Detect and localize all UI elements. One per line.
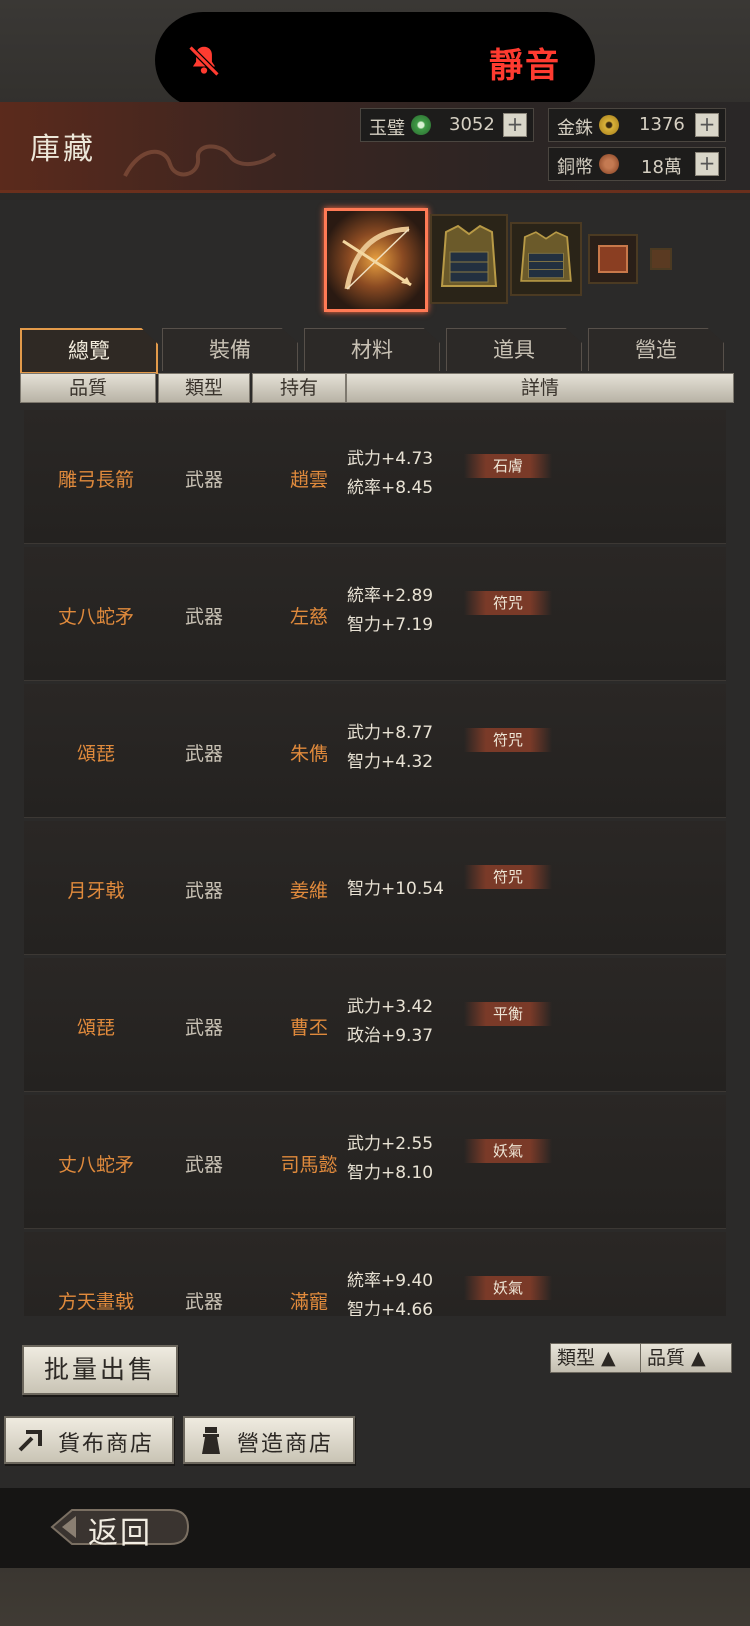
item-holder: 曹丕: [289, 1017, 328, 1039]
item-type: 武器: [184, 743, 223, 765]
add-gold-button[interactable]: +: [695, 113, 719, 137]
item-stat: 智力+4.32: [347, 752, 434, 772]
item-stat: 智力+10.54: [347, 879, 444, 899]
back-button[interactable]: 返回: [50, 1504, 190, 1551]
jade-coin-icon: [411, 115, 431, 135]
item-stat: 武力+3.42: [347, 997, 434, 1017]
table-row[interactable]: 方天畫戟 武器 滿寵 統率+9.40 智力+4.66 妖氣: [24, 1232, 726, 1316]
small-item[interactable]: [650, 248, 672, 270]
table-row[interactable]: 月牙戟 武器 姜維 智力+10.54 符咒: [24, 821, 726, 955]
item-holder: 滿寵: [289, 1291, 328, 1313]
item-type: 武器: [184, 1017, 223, 1039]
column-quality[interactable]: 品質: [20, 373, 156, 403]
copper-currency: 銅幣 18萬 +: [548, 147, 726, 181]
bell-slash-icon: [187, 44, 221, 78]
item-tag: 石膚: [464, 454, 552, 478]
batch-sell-button[interactable]: 批量出售: [22, 1345, 178, 1395]
table-row[interactable]: 頌琵 武器 曹丕 武力+3.42 政治+9.37 平衡: [24, 958, 726, 1092]
page-title: 庫藏: [30, 132, 96, 167]
armor-item[interactable]: [510, 222, 582, 296]
item-type: 武器: [184, 1154, 223, 1176]
build-shop-label: 營造商店: [237, 1432, 334, 1457]
currency-name: 金銖: [557, 118, 593, 139]
item-holder: 趙雲: [289, 469, 328, 491]
item-tag: 符咒: [464, 728, 552, 752]
item-stat: 智力+8.10: [347, 1163, 434, 1183]
item-stat: 武力+4.73: [347, 449, 434, 469]
item-name: 丈八蛇矛: [57, 606, 134, 628]
column-type[interactable]: 類型: [158, 373, 250, 403]
table-row[interactable]: 頌琵 武器 朱儁 武力+8.77 智力+4.32 符咒: [24, 684, 726, 818]
item-tag: 妖氣: [464, 1139, 552, 1163]
table-row[interactable]: 雕弓長箭 武器 趙雲 武力+4.73 統率+8.45 石膚: [24, 410, 726, 544]
item-name: 雕弓長箭: [57, 469, 134, 491]
add-copper-button[interactable]: +: [695, 152, 719, 176]
silent-mode-notification: 靜音: [155, 12, 595, 108]
column-details[interactable]: 詳情: [346, 373, 734, 403]
currency-value: 1376: [639, 114, 685, 135]
item-stat: 統率+2.89: [347, 586, 434, 606]
item-stat: 統率+8.45: [347, 478, 434, 498]
item-name: 月牙戟: [67, 880, 125, 902]
cloud-ornament-icon: [123, 144, 277, 177]
item-tag: 符咒: [464, 591, 552, 615]
currency-shop-button[interactable]: 貨布商店: [4, 1416, 174, 1464]
currency-name: 銅幣: [557, 157, 593, 178]
item-tag: 平衡: [464, 1002, 552, 1026]
copper-coin-icon: [599, 154, 619, 174]
item-type: 武器: [184, 1291, 223, 1313]
item-stat: 智力+7.19: [347, 615, 434, 635]
tab-overview[interactable]: 總覽: [20, 328, 158, 374]
book-item[interactable]: [588, 234, 638, 284]
item-holder: 左慈: [289, 606, 328, 628]
tab-materials[interactable]: 材料: [304, 328, 440, 371]
item-holder: 司馬懿: [280, 1154, 338, 1176]
tab-equipment[interactable]: 裝備: [162, 328, 298, 371]
item-stat: 武力+2.55: [347, 1134, 434, 1154]
armor-icon: [432, 216, 506, 302]
currency-shop-label: 貨布商店: [58, 1432, 155, 1457]
item-stat: 統率+9.40: [347, 1271, 434, 1291]
tab-items[interactable]: 道具: [446, 328, 582, 371]
jade-currency: 玉璧 3052 +: [360, 108, 534, 142]
bow-arrow-icon: [327, 211, 425, 309]
item-tag: 妖氣: [464, 1276, 552, 1300]
item-stat: 武力+8.77: [347, 723, 434, 743]
sort-by-quality-button[interactable]: 品質 ▲: [640, 1343, 732, 1373]
currency-value: 18萬: [641, 157, 682, 178]
item-type: 武器: [184, 880, 223, 902]
tab-construction[interactable]: 營造: [588, 328, 724, 371]
build-shop-button[interactable]: 營造商店: [183, 1416, 355, 1464]
item-holder: 姜維: [289, 880, 328, 902]
column-holder[interactable]: 持有: [252, 373, 346, 403]
armor-item[interactable]: [430, 214, 508, 304]
bow-arrow-item[interactable]: [324, 208, 428, 312]
item-stat: 智力+4.66: [347, 1300, 434, 1316]
currency-value: 3052: [449, 114, 495, 135]
gold-coin-icon: [599, 115, 619, 135]
back-label: 返回: [88, 1516, 152, 1551]
silent-label: 靜音: [489, 46, 561, 86]
item-name: 頌琵: [76, 743, 115, 765]
item-name: 頌琵: [76, 1017, 115, 1039]
item-list[interactable]: 雕弓長箭 武器 趙雲 武力+4.73 統率+8.45 石膚 丈八蛇矛 武器 左慈…: [24, 410, 726, 1316]
item-name: 方天畫戟: [57, 1291, 134, 1313]
gold-currency: 金銖 1376 +: [548, 108, 726, 142]
item-name: 丈八蛇矛: [57, 1154, 134, 1176]
item-holder: 朱儁: [289, 743, 328, 765]
table-row[interactable]: 丈八蛇矛 武器 司馬懿 武力+2.55 智力+8.10 妖氣: [24, 1095, 726, 1229]
tower-icon: [202, 1427, 220, 1454]
add-jade-button[interactable]: +: [503, 113, 527, 137]
item-type: 武器: [184, 469, 223, 491]
item-type: 武器: [184, 606, 223, 628]
currency-name: 玉璧: [369, 118, 405, 139]
book-icon: [590, 236, 636, 282]
item-stat: 政治+9.37: [347, 1026, 434, 1046]
arrow-icon: [18, 1430, 42, 1452]
table-row[interactable]: 丈八蛇矛 武器 左慈 統率+2.89 智力+7.19 符咒: [24, 547, 726, 681]
item-tag: 符咒: [464, 865, 552, 889]
sort-by-type-button[interactable]: 類型 ▲: [550, 1343, 644, 1373]
armor-icon: [512, 224, 580, 294]
item-icon: [652, 250, 670, 268]
